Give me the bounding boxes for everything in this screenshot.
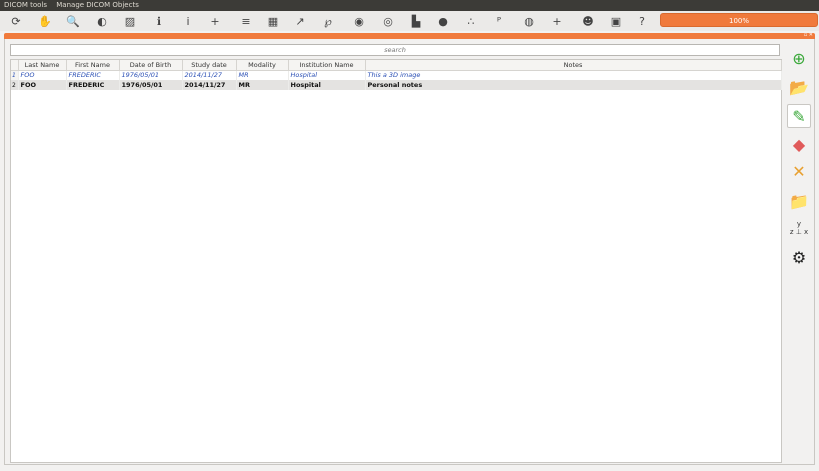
probe-icon[interactable]: ⅰ [180, 13, 196, 29]
search-input[interactable] [10, 44, 780, 56]
table-header-row: Last Name First Name Date of Birth Study… [11, 60, 782, 71]
eraser-icon[interactable]: ◆ [787, 132, 811, 156]
add-folder-icon[interactable]: 📂 [787, 75, 811, 99]
volume-icon[interactable]: ▙ [408, 13, 424, 29]
institution-cell[interactable]: Hospital [288, 70, 366, 80]
fusion-icon[interactable]: ◍ [521, 13, 537, 29]
axes-icon[interactable]: ↗ [292, 13, 308, 29]
rotate-icon[interactable]: ⟳ [8, 13, 24, 29]
menu-bar: DICOM tools Manage DICOM Objects [0, 0, 819, 11]
column-header[interactable]: First Name [66, 60, 120, 71]
column-header[interactable]: Institution Name [288, 60, 366, 71]
manage-dicom-panel: Last Name First Name Date of Birth Study… [4, 39, 815, 465]
help-icon[interactable]: ? [634, 13, 650, 29]
study-date-cell[interactable]: 2014/11/27 [182, 80, 237, 90]
column-header[interactable]: Notes [365, 60, 782, 71]
open-folder-icon[interactable]: 📁 [787, 189, 811, 213]
institution-cell[interactable]: Hospital [288, 80, 366, 90]
lasso-icon[interactable]: ℘ [320, 13, 336, 29]
window-level-icon[interactable]: ▨ [122, 13, 138, 29]
side-toolbar: ⊕ 📂 ✎ ◆ ✕ 📁 y z ⊥ x ⚙ [784, 44, 814, 464]
modality-cell[interactable]: MR [236, 70, 289, 80]
last-name-cell[interactable]: FOO [18, 80, 67, 90]
menu-dicom-tools[interactable]: DICOM tools [4, 1, 47, 9]
3d-view-icon[interactable]: ▣ [608, 13, 624, 29]
date-of-birth-cell[interactable]: 1976/05/01 [119, 70, 183, 80]
edit-notes-icon[interactable]: ✎ [787, 104, 811, 128]
info-icon[interactable]: ℹ [151, 13, 167, 29]
add-series-icon[interactable]: ⊕ [787, 46, 811, 70]
contrast-icon[interactable]: ◐ [94, 13, 110, 29]
ball-icon[interactable]: ● [435, 13, 451, 29]
remove-folder-icon[interactable]: ✕ [787, 159, 811, 183]
column-header[interactable]: Last Name [18, 60, 67, 71]
layout-grid-icon[interactable]: ▦ [265, 13, 281, 29]
row-number: 2 [11, 80, 19, 90]
modality-cell[interactable]: MR [236, 80, 289, 90]
date-of-birth-cell[interactable]: 1976/05/01 [119, 80, 183, 90]
first-name-cell[interactable]: FREDERIC [66, 70, 120, 80]
column-header[interactable]: Date of Birth [119, 60, 183, 71]
zoom-icon[interactable]: 🔍 [65, 13, 81, 29]
row-number: 1 [11, 70, 19, 80]
crosshair-icon[interactable]: + [207, 13, 223, 29]
column-header[interactable]: Modality [236, 60, 289, 71]
menu-manage-dicom-objects[interactable]: Manage DICOM Objects [56, 1, 139, 9]
axis-zx-label: z ⊥ x [789, 228, 809, 236]
sphere-icon[interactable]: ◉ [351, 13, 367, 29]
row-number-header [11, 60, 19, 71]
cross-cursor-icon[interactable]: + [549, 13, 565, 29]
landmarks-icon[interactable]: ᴾ [491, 13, 507, 29]
last-name-cell[interactable]: FOO [18, 70, 67, 80]
table-row[interactable]: 1 FOO FREDERIC 1976/05/01 2014/11/27 MR … [11, 70, 782, 80]
2d-view-icon[interactable]: ☻ [580, 13, 596, 29]
notes-cell[interactable]: Personal notes [365, 80, 782, 90]
axes-orientation-icon[interactable]: yz ⊥ x [787, 216, 811, 240]
dicom-table: Last Name First Name Date of Birth Study… [10, 59, 782, 463]
pan-hand-icon[interactable]: ✋ [37, 13, 53, 29]
list-icon[interactable]: ≡ [238, 13, 254, 29]
first-name-cell[interactable]: FREDERIC [66, 80, 120, 90]
points-icon[interactable]: ∴ [463, 13, 479, 29]
study-date-cell[interactable]: 2014/11/27 [182, 70, 237, 80]
progress-bar: 100% [660, 13, 818, 27]
settings-gear-icon[interactable]: ⚙ [787, 245, 811, 269]
axis-y-label: y [796, 220, 802, 228]
column-header[interactable]: Study date [182, 60, 237, 71]
panel-controls[interactable]: ▫ ✕ [804, 32, 813, 38]
surface-icon[interactable]: ◎ [380, 13, 396, 29]
table-row[interactable]: 2 FOO FREDERIC 1976/05/01 2014/11/27 MR … [11, 80, 782, 90]
notes-cell[interactable]: This a 3D image [365, 70, 782, 80]
